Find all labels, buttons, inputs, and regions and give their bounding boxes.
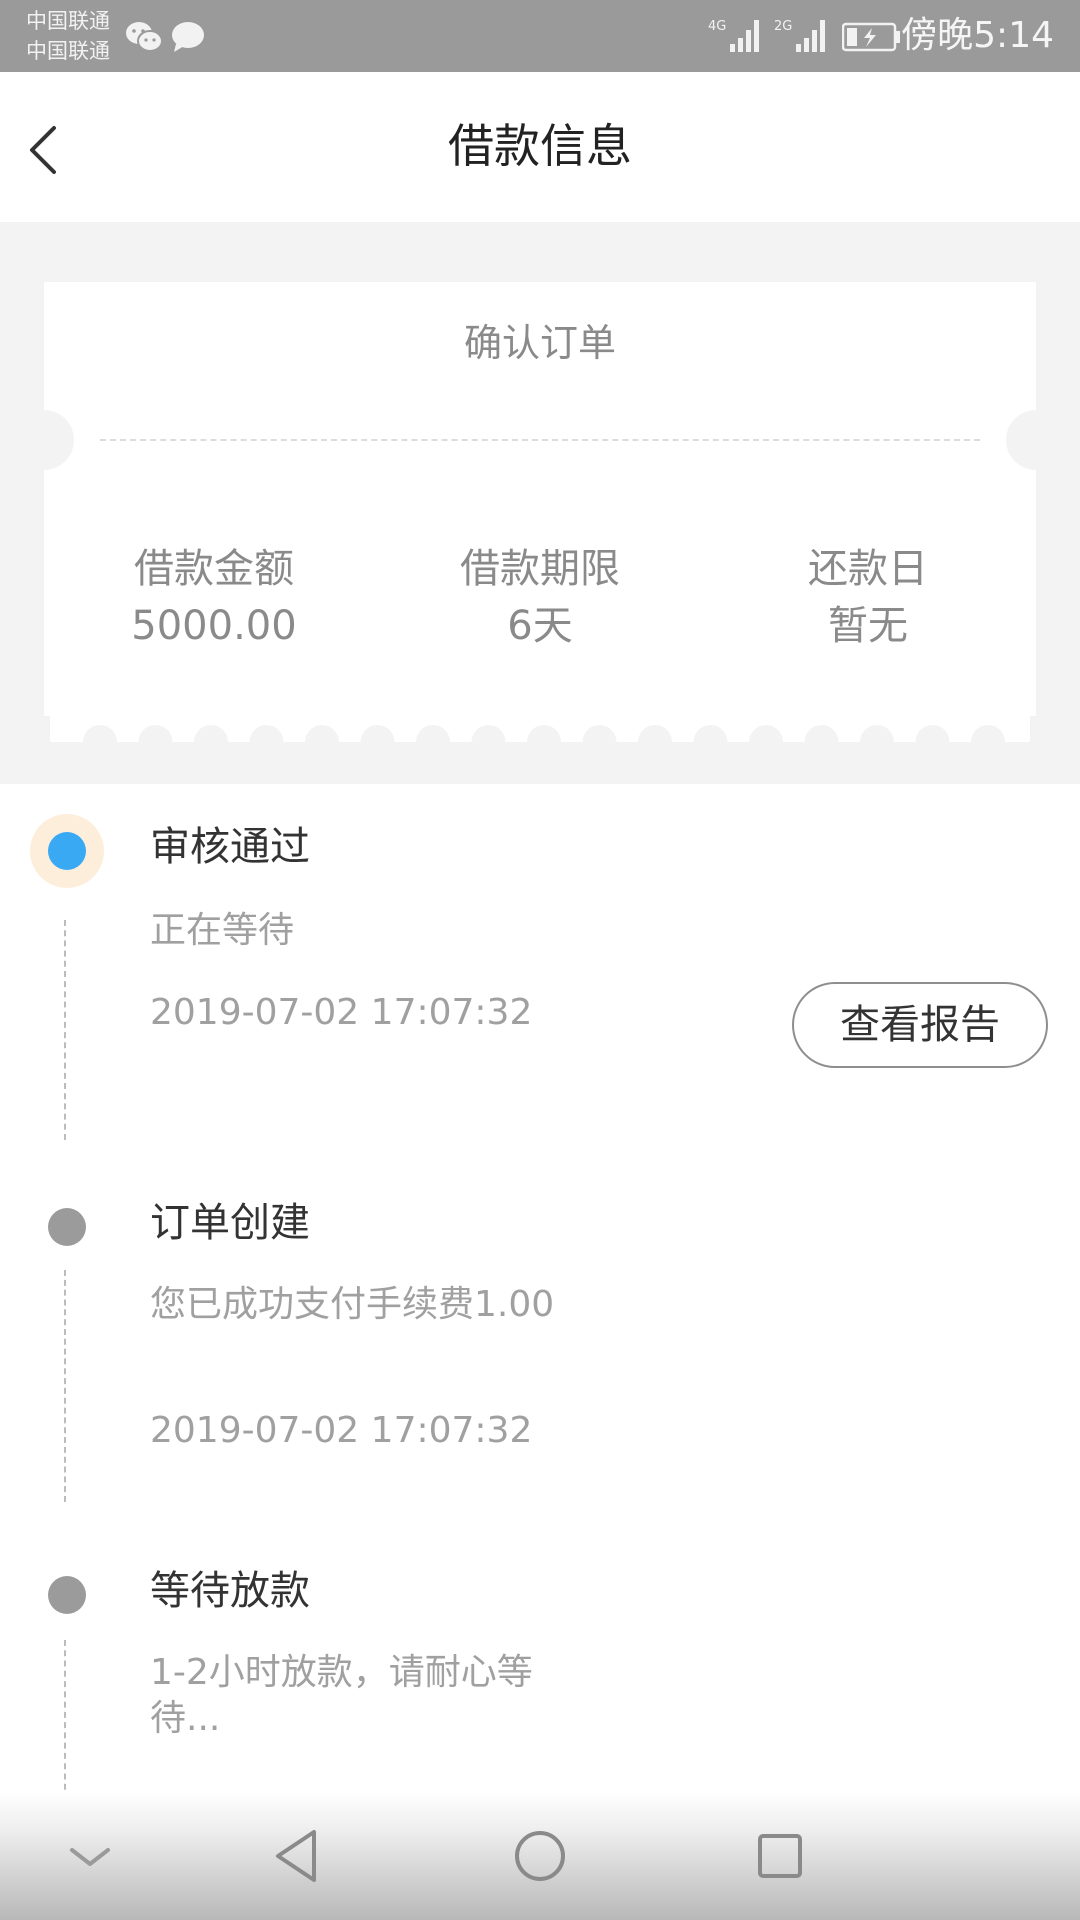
scallop-cutout [804, 725, 839, 742]
nav-recent-button[interactable] [748, 1824, 812, 1888]
loan-amount-value: 5000.00 [131, 603, 297, 649]
scallop-cutout [915, 725, 950, 742]
timeline-step-awaiting-disbursement: 等待放款 1-2小时放款，请耐心等待... [0, 1558, 1080, 1792]
ticket-scallop-edge [44, 716, 1036, 742]
loan-amount-label: 借款金额 [134, 546, 294, 592]
ticket-area: 确认订单 借款金额 5000.00 借款期限 6天 还款日 暂无 [0, 222, 1080, 784]
step-title: 审核通过 [150, 824, 310, 870]
step-timestamp: 2019-07-02 17:07:32 [150, 1410, 533, 1451]
scallop-cutout [582, 725, 617, 742]
step-timestamp: 2019-07-02 17:07:32 [150, 992, 533, 1033]
step-title: 等待放款 [150, 1568, 310, 1614]
timeline-connector [64, 1270, 66, 1502]
order-ticket: 确认订单 借款金额 5000.00 借款期限 6天 还款日 暂无 [14, 282, 1066, 742]
signal-4g-label: 4G [708, 19, 726, 34]
timeline-dot [48, 1208, 86, 1246]
status-bar: 中国联通 中国联通 4G 2G 傍晚5:14 [0, 0, 1080, 72]
repayment-date-column: 还款日 暂无 [718, 542, 1018, 654]
ticket-title: 确认订单 [463, 321, 616, 365]
page-title: 借款信息 [448, 119, 632, 173]
timeline-dot-inactive [30, 1558, 104, 1632]
scallop-cutout [527, 725, 561, 742]
scallop-cutout [305, 725, 339, 742]
ticket-notch-left [14, 410, 74, 470]
scallop-cutout [471, 725, 506, 742]
view-report-button[interactable]: 查看报告 [792, 982, 1048, 1068]
scallop-cutout [83, 725, 117, 742]
loan-amount-column: 借款金额 5000.00 [64, 542, 364, 654]
timeline-step-approved: 审核通过 正在等待 2019-07-02 17:07:32 查看报告 [0, 784, 1080, 1188]
scallop-cutout [138, 725, 173, 742]
header: 借款信息 [0, 72, 1080, 222]
system-nav-bar [0, 1792, 1080, 1920]
loan-term-label: 借款期限 [460, 546, 620, 592]
scallop-cutout [693, 725, 728, 742]
step-description: 您已成功支付手续费1.00 [150, 1284, 555, 1325]
square-recent-icon [758, 1834, 802, 1878]
scallop-cutout [416, 725, 450, 742]
signal-2g-label: 2G [774, 19, 792, 34]
step-description: 正在等待 [150, 910, 295, 951]
signal-2g-icon: 2G [774, 19, 825, 52]
scallop-cutout [194, 725, 228, 742]
scallop-cutout [749, 725, 783, 742]
signal-4g-icon: 4G [708, 19, 759, 52]
timeline-connector [64, 1640, 66, 1792]
carrier-labels: 中国联通 中国联通 [26, 6, 110, 66]
scallop-cutout [638, 725, 672, 742]
scallop-edge-right [1030, 716, 1036, 742]
timeline-dot-inactive [30, 1190, 104, 1264]
timeline-connector [64, 920, 66, 1140]
carrier-2: 中国联通 [26, 39, 110, 63]
step-description: 1-2小时放款，请耐心等待... [150, 1652, 533, 1739]
scallop-cutout [360, 725, 395, 742]
nav-home-button[interactable] [508, 1824, 572, 1888]
ticket-notch-right [1006, 410, 1066, 470]
carrier-1: 中国联通 [26, 9, 110, 33]
order-timeline: 审核通过 正在等待 2019-07-02 17:07:32 查看报告 订单创建 … [0, 784, 1080, 1792]
repayment-date-value: 暂无 [828, 603, 908, 649]
loan-term-column: 借款期限 6天 [390, 542, 690, 654]
message-icon [172, 22, 204, 52]
scallop-cutout [249, 725, 284, 742]
triangle-back-icon [276, 1830, 316, 1882]
chevron-down-icon [70, 1848, 110, 1866]
timeline-dot-active [30, 814, 104, 888]
repayment-date-label: 还款日 [808, 546, 928, 592]
status-time: 傍晚5:14 [901, 15, 1054, 56]
scallop-cutout [860, 725, 894, 742]
timeline-step-order-created: 订单创建 您已成功支付手续费1.00 2019-07-02 17:07:32 [0, 1188, 1080, 1558]
timeline-dot [48, 832, 86, 870]
scallop-edge-left [44, 716, 50, 742]
timeline-dot [48, 1576, 86, 1614]
step-title: 订单创建 [150, 1200, 310, 1246]
loan-term-value: 6天 [507, 603, 573, 649]
battery-charging-icon [842, 22, 900, 52]
wechat-icon [126, 22, 163, 52]
circle-home-icon [515, 1831, 565, 1881]
nav-back-button[interactable] [268, 1824, 332, 1888]
ticket-divider [100, 439, 980, 441]
nav-hide-button[interactable] [58, 1824, 122, 1888]
scallop-cutout [971, 725, 1005, 742]
